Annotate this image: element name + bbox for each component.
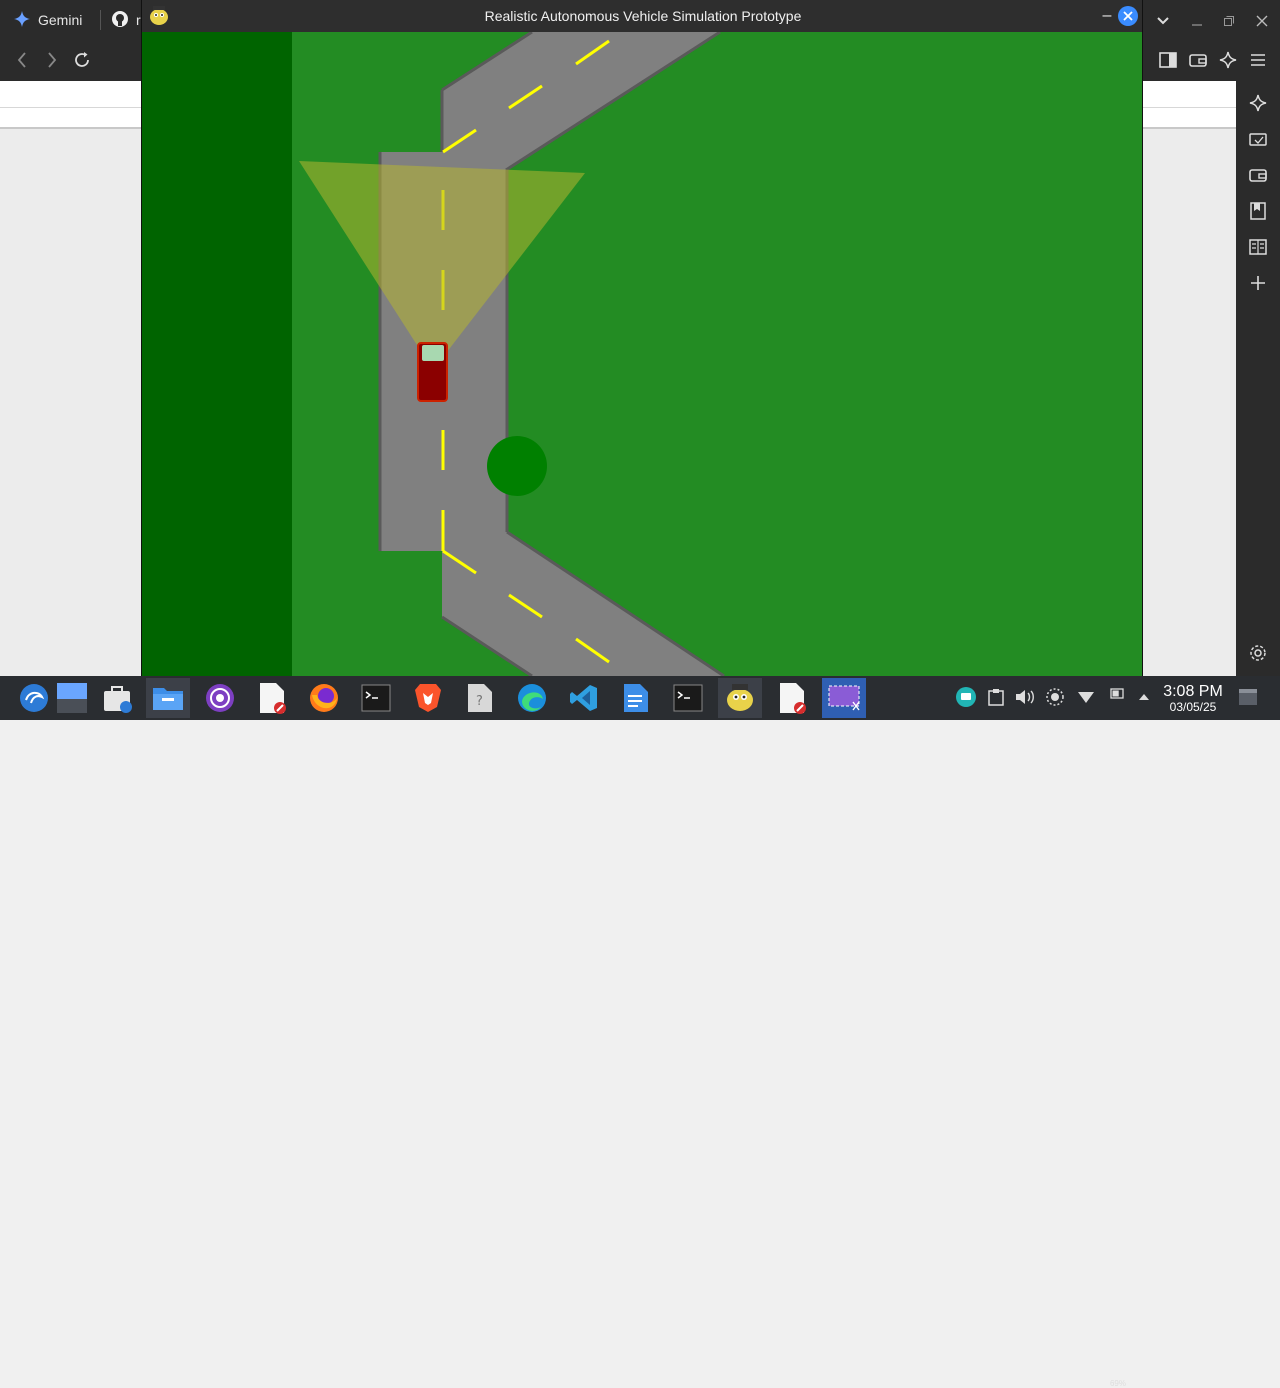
chat-icon[interactable] <box>955 686 977 708</box>
file-manager-icon[interactable] <box>146 678 190 718</box>
minimize-icon[interactable] <box>1186 10 1208 32</box>
close-button[interactable] <box>1118 6 1138 26</box>
minimize-button[interactable]: – <box>1098 6 1116 26</box>
unknown-file-icon[interactable]: ? <box>458 678 502 718</box>
restore-icon[interactable] <box>1218 10 1240 32</box>
tray-expand-icon[interactable] <box>1133 686 1155 708</box>
reload-icon[interactable] <box>70 48 94 72</box>
obstacle-tree <box>487 436 547 496</box>
battery-icon[interactable] <box>1106 682 1128 704</box>
vscode-icon[interactable] <box>562 678 606 718</box>
terminal-icon[interactable] <box>354 678 398 718</box>
wallet-icon[interactable] <box>1186 48 1210 72</box>
brightness-icon[interactable] <box>1044 686 1066 708</box>
github-icon <box>112 10 128 30</box>
edge-icon[interactable] <box>510 678 554 718</box>
writer-icon[interactable] <box>614 678 658 718</box>
reading-list-icon[interactable] <box>1246 235 1270 259</box>
tab-gemini[interactable]: Gemini <box>14 6 82 34</box>
forward-icon[interactable] <box>40 48 64 72</box>
tor-browser-icon[interactable] <box>198 678 242 718</box>
clock-date[interactable]: 03/05/25 <box>1160 700 1226 714</box>
bookmarks-icon[interactable] <box>1246 199 1270 223</box>
dark-grass-strip <box>142 32 292 676</box>
volume-icon[interactable] <box>1014 686 1036 708</box>
taskbar: ? 69% <box>0 676 1280 1388</box>
clock-time[interactable]: 3:08 PM <box>1160 683 1226 701</box>
autonomous-car <box>417 342 448 402</box>
clipboard-icon[interactable] <box>985 686 1007 708</box>
document-editor-icon[interactable] <box>770 678 814 718</box>
menu-icon[interactable] <box>1246 48 1270 72</box>
back-icon[interactable] <box>10 48 34 72</box>
tab-github[interactable]: r <box>112 6 141 34</box>
wifi-icon[interactable] <box>1075 686 1097 708</box>
close-icon[interactable] <box>1251 10 1273 32</box>
screenshot-tool-icon[interactable] <box>822 678 866 718</box>
wallet-icon[interactable] <box>1246 163 1270 187</box>
simulation-window: Realistic Autonomous Vehicle Simulation … <box>141 0 1143 676</box>
tab-label: r <box>136 12 141 28</box>
leo-ai-icon[interactable] <box>1246 91 1270 115</box>
pygame-snake-icon[interactable] <box>718 678 762 718</box>
firefox-icon[interactable] <box>302 678 346 718</box>
document-editor-icon[interactable] <box>250 678 294 718</box>
leo-ai-icon[interactable] <box>1216 48 1240 72</box>
browser-sidebar <box>1236 81 1280 676</box>
svg-text:?: ? <box>476 694 483 709</box>
sidebar-toggle-icon[interactable] <box>1156 48 1180 72</box>
window-title: Realistic Autonomous Vehicle Simulation … <box>484 8 802 24</box>
tab-label: Gemini <box>38 12 83 28</box>
gemini-sparkle-icon <box>14 10 30 30</box>
window-titlebar: Realistic Autonomous Vehicle Simulation … <box>142 0 1142 32</box>
chevron-down-icon[interactable] <box>1152 10 1174 32</box>
simulation-canvas <box>142 32 1142 676</box>
car-windshield <box>422 345 444 361</box>
settings-icon[interactable] <box>1246 641 1270 665</box>
add-icon[interactable] <box>1246 271 1270 295</box>
camera-icon[interactable] <box>1246 127 1270 151</box>
tab-separator <box>100 10 101 30</box>
discover-store-icon[interactable] <box>95 678 139 718</box>
show-desktop-icon[interactable] <box>1237 686 1259 708</box>
battery-percent: 69% <box>1109 1379 1126 1388</box>
desktop-icon[interactable] <box>50 678 94 718</box>
terminal-icon[interactable] <box>666 678 710 718</box>
brave-icon[interactable] <box>406 678 450 718</box>
